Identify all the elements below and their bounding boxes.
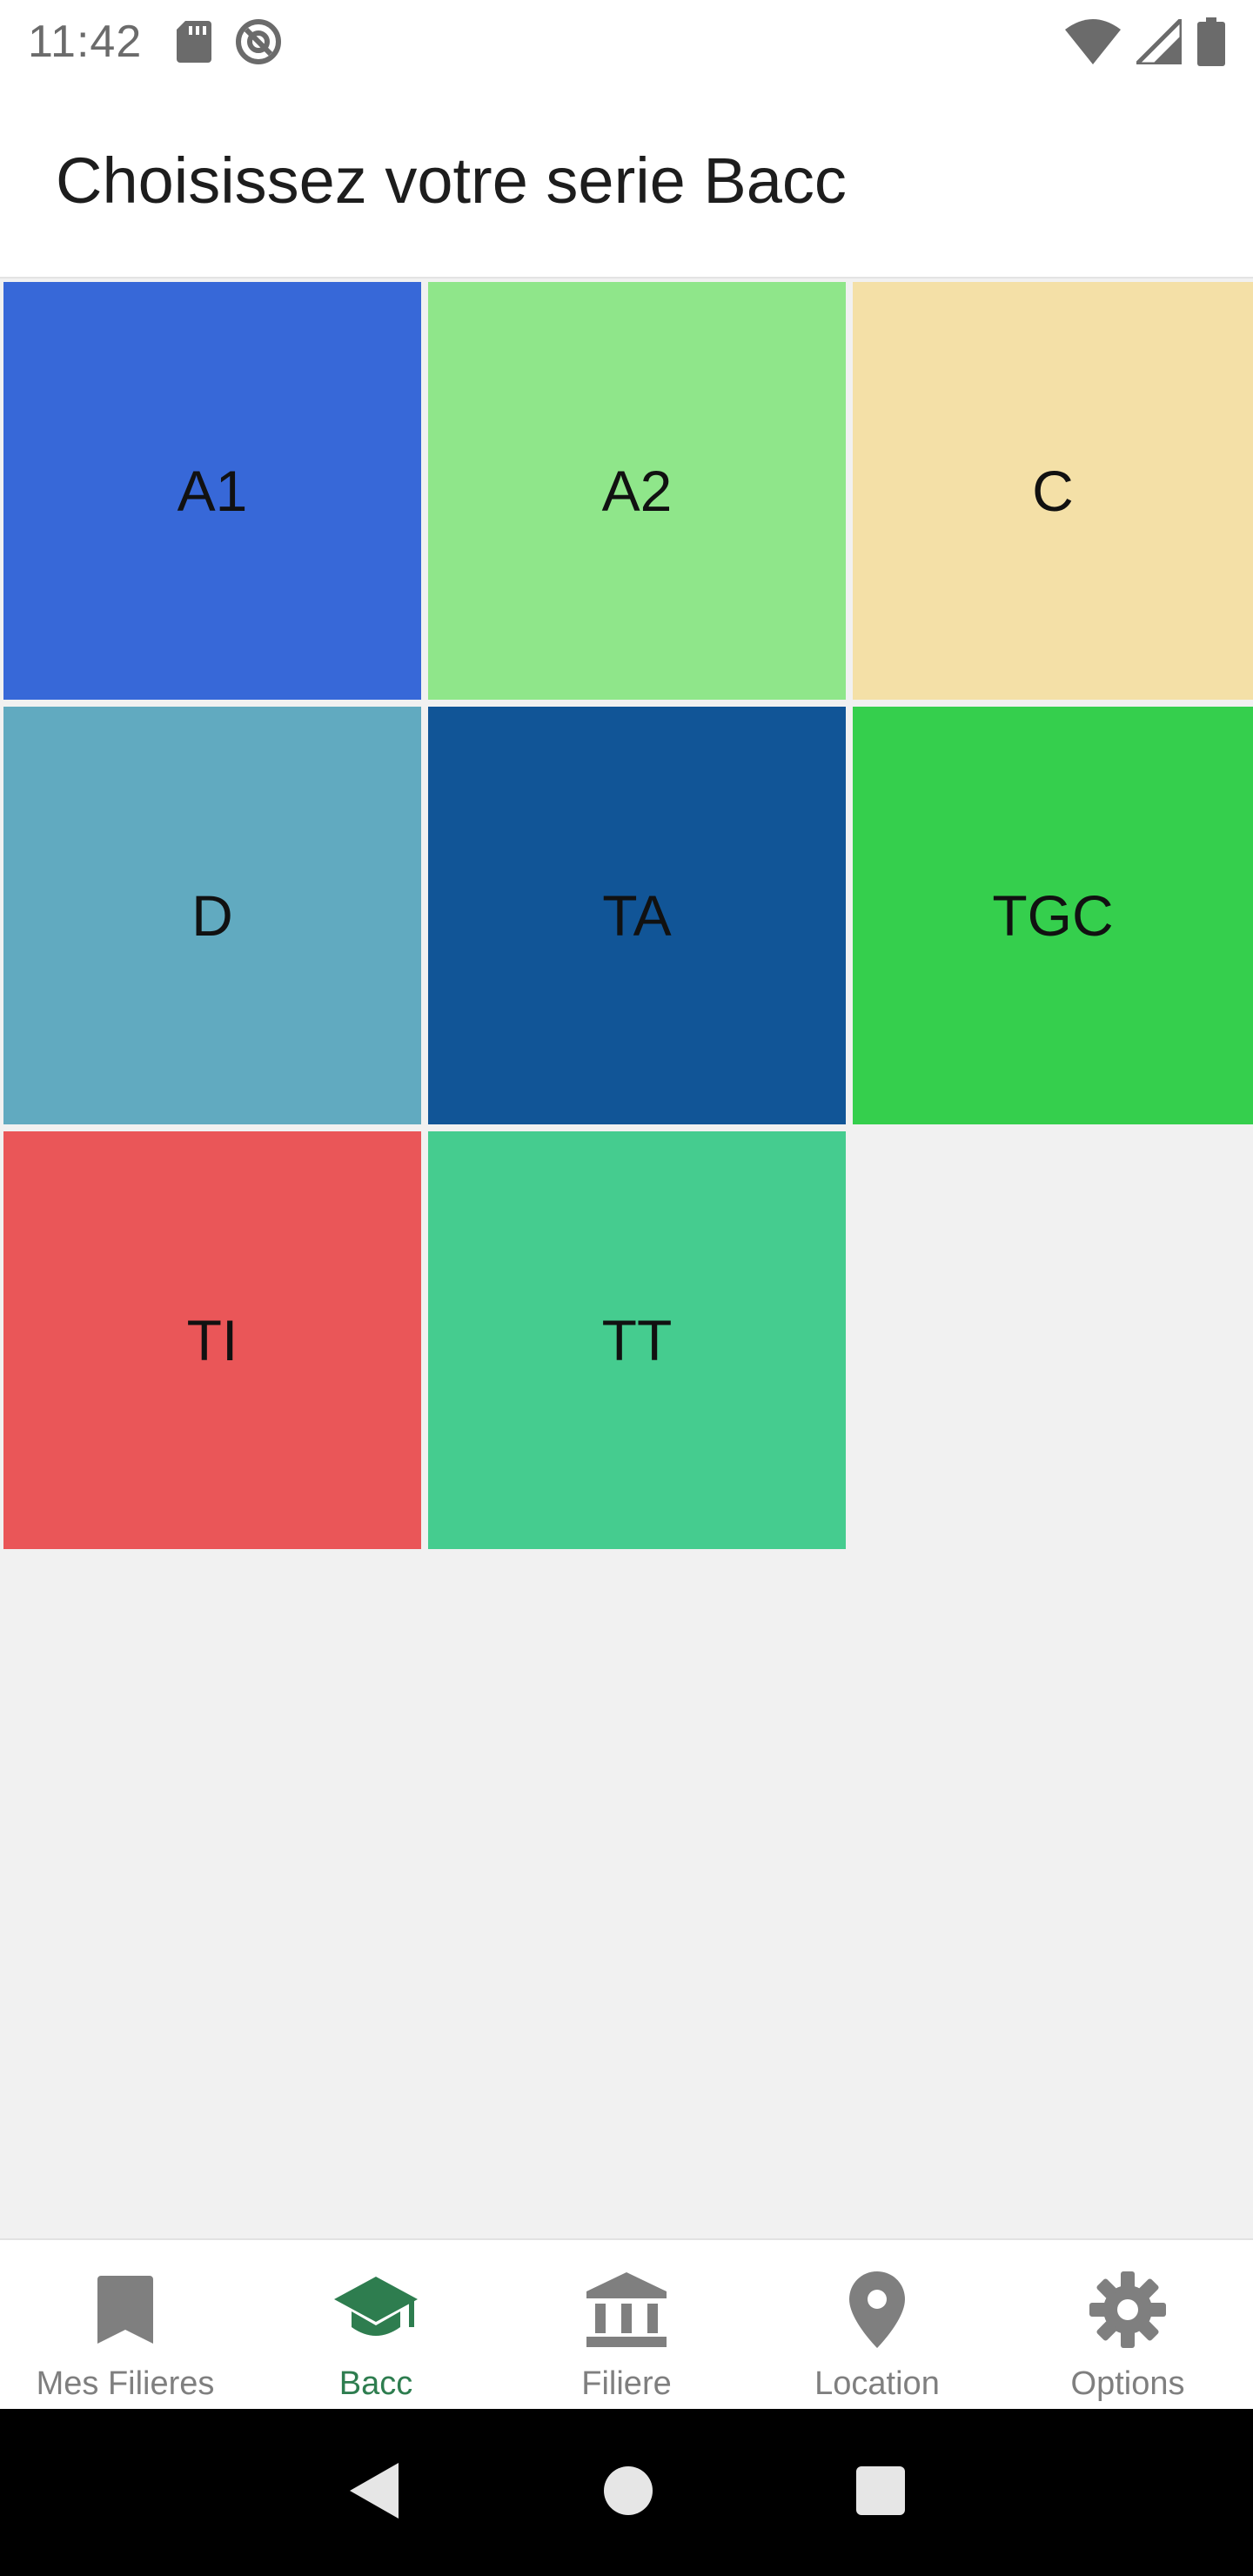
series-tile-c[interactable]: C [853, 282, 1253, 700]
series-tile-tgc[interactable]: TGC [853, 707, 1253, 1124]
signal-icon [1136, 19, 1182, 64]
tile-label: TT [601, 1308, 673, 1372]
graduation-cap-icon [334, 2268, 418, 2351]
status-bar: 11:42 [0, 0, 1253, 84]
nav-label: Mes Filieres [36, 2365, 215, 2402]
app-header: Choisissez votre serie Bacc [0, 84, 1253, 278]
location-pin-icon [849, 2268, 905, 2351]
tile-label: TGC [992, 883, 1114, 948]
system-navigation-bar [0, 2409, 1253, 2576]
battery-icon [1197, 17, 1225, 66]
series-tile-d[interactable]: D [3, 707, 421, 1124]
home-icon[interactable] [602, 2465, 654, 2521]
nav-item-filiere[interactable]: Filiere [501, 2240, 752, 2409]
back-icon[interactable] [346, 2459, 402, 2526]
status-time: 11:42 [28, 17, 143, 67]
series-tile-a1[interactable]: A1 [3, 282, 421, 700]
series-tile-a2[interactable]: A2 [428, 282, 846, 700]
tile-label: TA [602, 883, 672, 948]
tile-label: D [191, 883, 233, 948]
series-tile-ta[interactable]: TA [428, 707, 846, 1124]
nav-label: Location [814, 2365, 940, 2402]
nav-item-location[interactable]: Location [752, 2240, 1002, 2409]
tile-label: TI [186, 1308, 238, 1372]
nav-item-mes-filieres[interactable]: Mes Filieres [0, 2240, 251, 2409]
nav-label: Options [1070, 2365, 1185, 2402]
tile-label: A2 [601, 459, 673, 523]
wifi-icon [1065, 19, 1121, 64]
do-not-disturb-icon [234, 17, 283, 66]
series-tile-tt[interactable]: TT [428, 1131, 846, 1549]
institution-icon [586, 2268, 667, 2351]
sd-card-icon [177, 21, 212, 63]
nav-label: Bacc [338, 2365, 413, 2402]
tile-label: A1 [177, 459, 248, 523]
series-tile-ti[interactable]: TI [3, 1131, 421, 1549]
nav-item-options[interactable]: Options [1002, 2240, 1253, 2409]
gear-icon [1089, 2268, 1166, 2351]
nav-label: Filiere [581, 2365, 672, 2402]
nav-item-bacc[interactable]: Bacc [251, 2240, 501, 2409]
bottom-navigation: Mes Filieres Bacc Filiere Location Optio… [0, 2238, 1253, 2409]
bookmark-icon [97, 2268, 153, 2351]
page-title: Choisissez votre serie Bacc [56, 144, 847, 217]
tile-label: C [1032, 459, 1074, 523]
recents-icon[interactable] [854, 2465, 907, 2521]
